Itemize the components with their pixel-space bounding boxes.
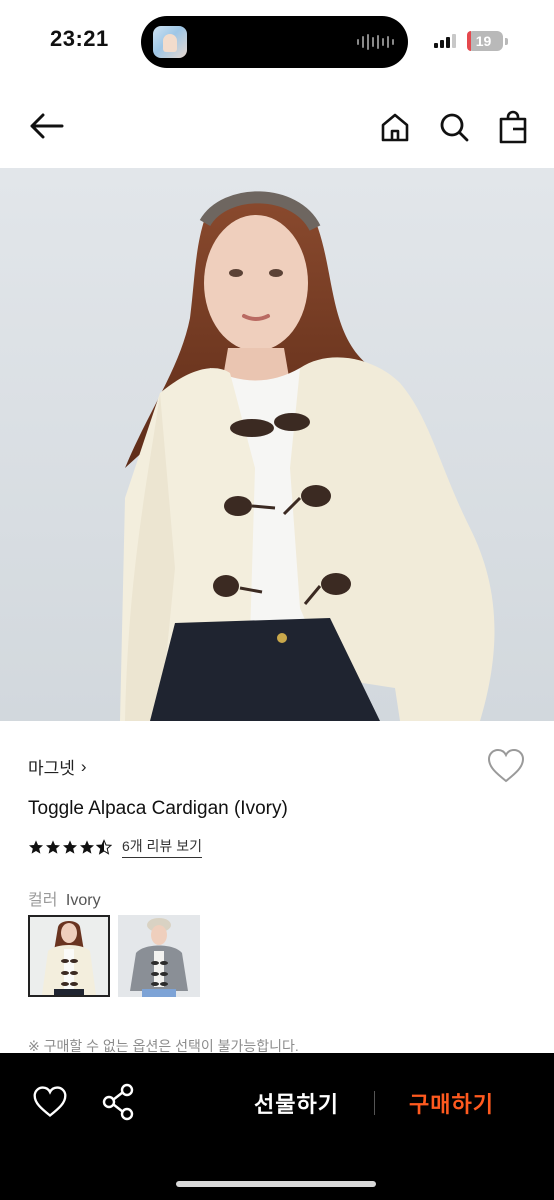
- status-time: 23:21: [50, 26, 109, 51]
- rating-row: 6개 리뷰 보기: [28, 836, 202, 858]
- color-option-label: 컬러 Ivory: [28, 886, 101, 910]
- chevron-right-icon: ›: [80, 756, 87, 776]
- review-link[interactable]: 6개 리뷰 보기: [122, 836, 202, 858]
- wishlist-button[interactable]: [486, 748, 526, 786]
- home-icon: [381, 113, 409, 142]
- star-icon: [29, 840, 43, 854]
- battery-icon: 19: [467, 31, 503, 51]
- color-label: 컬러: [28, 892, 58, 909]
- battery-nub: [505, 38, 508, 45]
- brand-name: 마그넷: [28, 759, 75, 778]
- color-swatch-ivory[interactable]: [28, 915, 110, 997]
- search-button[interactable]: [434, 106, 474, 148]
- status-bar: 23:21 19: [0, 0, 554, 84]
- star-icon: [46, 840, 60, 854]
- swatch-ivory-image: [30, 917, 108, 995]
- swatch-gray-image: [118, 915, 200, 997]
- back-button[interactable]: [24, 106, 68, 146]
- bottom-wishlist-button[interactable]: [32, 1085, 70, 1121]
- audio-wave-icon: [357, 33, 394, 51]
- gift-button[interactable]: 선물하기: [254, 1087, 339, 1119]
- star-rating: [28, 839, 112, 855]
- shopping-bag-icon: [499, 110, 527, 144]
- search-icon: [440, 113, 469, 142]
- cart-button[interactable]: [492, 106, 534, 148]
- star-icon: [80, 840, 94, 854]
- share-button[interactable]: [100, 1083, 138, 1123]
- buy-button[interactable]: 구매하기: [409, 1087, 494, 1119]
- home-button[interactable]: [374, 106, 416, 148]
- heart-icon: [33, 1086, 67, 1117]
- share-icon: [102, 1083, 134, 1121]
- divider: [374, 1091, 375, 1115]
- battery-level: 19: [475, 33, 492, 49]
- star-icon: [63, 840, 77, 854]
- home-indicator[interactable]: [176, 1181, 376, 1187]
- arrow-left-icon: [30, 113, 64, 139]
- top-nav-bar: [0, 90, 554, 166]
- product-image[interactable]: [0, 168, 554, 721]
- color-swatch-gray[interactable]: [118, 915, 200, 997]
- brand-link[interactable]: 마그넷 ›: [28, 754, 87, 779]
- dynamic-island: [141, 16, 408, 68]
- bottom-action-bar: 선물하기 구매하기: [0, 1053, 554, 1200]
- now-playing-thumbnail: [153, 26, 187, 58]
- product-photo: [0, 168, 554, 721]
- half-star-icon: [96, 839, 112, 855]
- signal-icon: [434, 34, 456, 48]
- heart-icon: [487, 748, 525, 783]
- color-value: Ivory: [65, 892, 101, 909]
- product-title: Toggle Alpaca Cardigan (Ivory): [28, 798, 288, 819]
